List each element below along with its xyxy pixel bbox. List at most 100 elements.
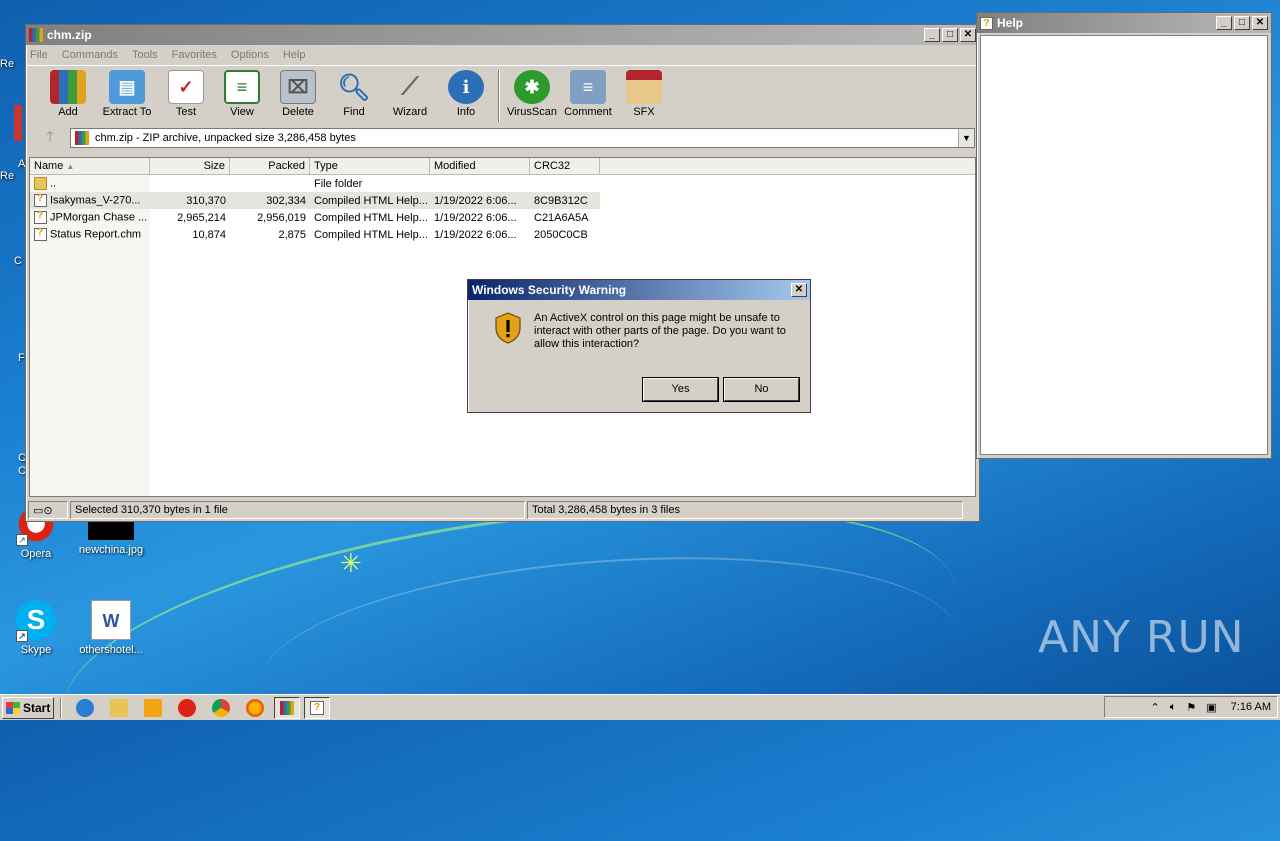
row-name: Status Report.chm [50,228,142,241]
sfx-button[interactable]: SFX [616,70,672,118]
column-modified[interactable]: Modified [430,158,530,174]
maximize-button[interactable]: □ [1234,16,1250,30]
column-crc32[interactable]: CRC32 [530,158,600,174]
minimize-button[interactable]: _ [1216,16,1232,30]
no-button[interactable]: No [724,378,799,401]
menu-favorites[interactable]: Favorites [172,49,217,61]
comment-bubble-icon: ≡ [570,70,606,104]
dialog-message: An ActiveX control on this page might be… [534,312,786,350]
view-book-icon: ≡ [224,70,260,104]
test-button[interactable]: ✓ Test [158,70,214,118]
close-button[interactable]: ✕ [960,28,976,42]
column-name[interactable]: Name ▲ [30,158,150,174]
row-type: Compiled HTML Help... [314,211,428,224]
archive-path-field[interactable]: chm.zip - ZIP archive, unpacked size 3,2… [70,128,975,148]
info-button[interactable]: i Info [438,70,494,118]
virusscan-button[interactable]: ✱ VirusScan [504,70,560,118]
help-question-icon: ? [980,16,993,30]
close-button[interactable]: ✕ [1252,16,1268,30]
find-button[interactable]: 🔍︎ Find [326,70,382,119]
zip-archive-icon [75,131,89,145]
menu-tools[interactable]: Tools [132,49,158,61]
windows-logo-icon [6,701,20,714]
volume-icon[interactable]: 🔈︎ [1170,701,1177,714]
dialog-titlebar[interactable]: Windows Security Warning ✕ [468,280,810,300]
help-titlebar[interactable]: ? Help _ □ ✕ [977,13,1271,33]
maximize-button[interactable]: □ [942,28,958,42]
action-center-flag-icon[interactable]: ⚑ [1186,701,1196,714]
wizard-wand-icon: ⟋ [401,73,419,100]
view-button[interactable]: ≡ View [214,70,270,118]
start-label: Start [23,700,51,715]
taskbar-help[interactable]: ? [304,696,330,719]
toolbar-separator [498,70,500,122]
comment-button[interactable]: ≡ Comment [560,70,616,118]
yes-button[interactable]: Yes [643,378,718,401]
shortcut-arrow-icon: ↗ [16,630,28,642]
status-total: Total 3,286,458 bytes in 3 files [527,501,963,519]
chm-file-icon [34,228,47,241]
firefox-icon[interactable] [246,698,264,717]
menu-help[interactable]: Help [283,49,306,61]
window-title: chm.zip [47,28,92,42]
up-folder-button[interactable]: 🡑 [30,126,70,150]
table-row[interactable]: JPMorgan Chase ... 2,965,214 2,956,019 C… [30,209,975,226]
column-type[interactable]: Type [310,158,430,174]
clock[interactable]: 7:16 AM [1231,701,1271,713]
taskbar-winrar[interactable] [274,696,300,719]
chm-file-icon [34,211,47,224]
folder-icon [34,177,47,190]
dialog-title: Windows Security Warning [472,283,627,297]
status-selected: Selected 310,370 bytes in 1 file [70,501,525,519]
start-button[interactable]: Start [2,696,54,719]
word-document-icon: W [91,600,131,640]
table-row[interactable]: Status Report.chm 10,874 2,875 Compiled … [30,226,975,243]
delete-trash-icon: ⌧ [280,70,316,104]
desktop-icon-word-doc[interactable]: W othershotel... [71,600,151,656]
menu-options[interactable]: Options [231,49,269,61]
virus-scan-bug-icon: ✱ [514,70,550,104]
column-packed[interactable]: Packed [230,158,310,174]
column-size[interactable]: Size [150,158,230,174]
row-size: 2,965,214 [177,211,226,224]
extract-to-button[interactable]: ▤ Extract To [96,70,158,118]
file-list-header: Name ▲ Size Packed Type Modified CRC32 [30,158,975,175]
minimize-button[interactable]: _ [924,28,940,42]
opera-icon[interactable] [178,698,196,717]
skype-icon: S ↗ [16,600,56,642]
row-type: File folder [314,177,363,190]
row-packed: 302,334 [266,194,306,207]
anyrun-watermark: ANY RUN [1038,612,1245,663]
security-warning-dialog: Windows Security Warning ✕ An ActiveX co… [467,279,811,413]
winrar-titlebar[interactable]: chm.zip _ □ ✕ [26,25,979,45]
virusscan-label: VirusScan [507,106,557,118]
row-packed: 2,956,019 [257,211,306,224]
address-bar: 🡑 chm.zip - ZIP archive, unpacked size 3… [26,125,979,151]
desktop-icon-skype[interactable]: S ↗ Skype [0,600,76,656]
drive-status-icon[interactable]: ▭⊙ [28,501,68,519]
chrome-icon[interactable] [212,698,230,717]
info-icon: i [448,70,484,104]
desktop-icon-partial[interactable] [14,105,22,141]
network-icon[interactable]: ▣ [1206,701,1216,714]
explorer-folder-icon[interactable] [110,698,128,717]
table-row-selected[interactable]: Isakymas_V-270... 310,370 302,334 Compil… [30,192,600,209]
add-label: Add [58,106,78,118]
ie-icon[interactable] [76,698,94,717]
row-crc: C21A6A5A [534,211,589,224]
table-row[interactable]: .. File folder [30,175,975,192]
menu-commands[interactable]: Commands [62,49,118,61]
media-player-icon[interactable] [144,698,162,717]
tray-expand-icon[interactable]: ⌃ [1151,701,1160,714]
wizard-button[interactable]: ⟋ Wizard [382,70,438,118]
desktop-icon-label: othershotel... [79,644,143,656]
row-name: .. [50,177,57,190]
row-modified: 1/19/2022 6:06... [434,211,517,224]
add-button[interactable]: Add [40,70,96,118]
close-button[interactable]: ✕ [791,283,807,297]
menu-file[interactable]: File [30,49,48,61]
chevron-down-icon[interactable]: ▼ [958,129,974,147]
row-size: 10,874 [192,228,226,241]
delete-button[interactable]: ⌧ Delete [270,70,326,118]
view-label: View [230,106,254,118]
